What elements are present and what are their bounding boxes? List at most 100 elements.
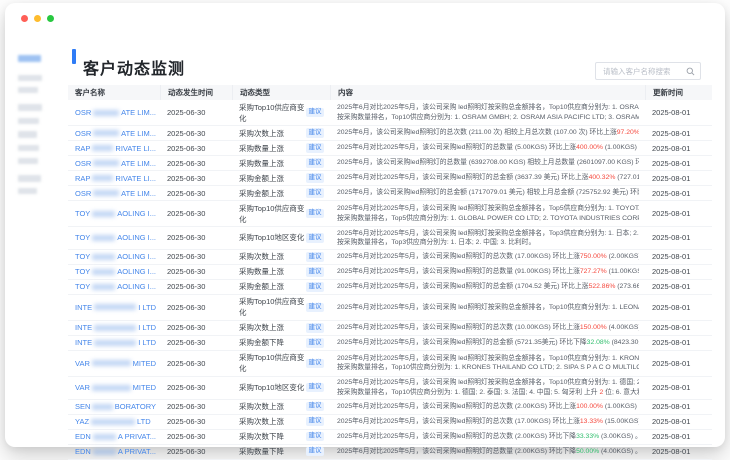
event-date: 2025-06-30: [160, 159, 232, 168]
suggestion-badge[interactable]: 建议: [306, 417, 324, 427]
customer-name-prefix: OSR: [75, 108, 91, 117]
suggestion-badge[interactable]: 建议: [306, 432, 324, 442]
suggestion-badge[interactable]: 建议: [306, 173, 324, 183]
customer-name-link[interactable]: VAR MITED: [68, 359, 160, 368]
suggestion-badge[interactable]: 建议: [306, 267, 324, 277]
dynamic-type-label: 采购金额上涨: [239, 281, 284, 292]
suggestion-badge[interactable]: 建议: [306, 323, 324, 333]
redacted-name-blur: [94, 304, 136, 310]
dynamic-content: 2025年6月对比2025年5月，该公司采购led照明灯的总数量 (2.00KG…: [330, 447, 645, 456]
suggestion-badge[interactable]: 建议: [306, 209, 324, 219]
customer-name-suffix: AOLING I...: [117, 252, 156, 261]
dynamic-type-cell: 采购Top10地区变化 建议: [232, 232, 330, 243]
customer-name-link[interactable]: INTE I LTD: [68, 338, 160, 347]
suggestion-badge[interactable]: 建议: [306, 158, 324, 168]
event-date: 2025-06-30: [160, 359, 232, 368]
table-row: TOY AOLING I... 2025-06-30 采购次数上涨 建议 202…: [68, 250, 712, 265]
dynamic-content: 2025年6月对比2025年5月，该公司采购led照明灯的总次数 (10.00K…: [330, 323, 645, 332]
update-date: 2025-08-01: [645, 144, 712, 153]
event-date: 2025-06-30: [160, 402, 232, 411]
event-date: 2025-06-30: [160, 432, 232, 441]
dynamic-type-cell: 采购Top10供应商变化 建议: [232, 203, 330, 225]
customer-name-suffix: ATE LIM...: [121, 108, 156, 117]
customer-name-link[interactable]: OSR ATE LIM...: [68, 189, 160, 198]
suggestion-badge[interactable]: 建议: [306, 188, 324, 198]
sidebar-item-redacted[interactable]: [18, 188, 37, 194]
table-row: INTE I LTD 2025-06-30 采购Top10供应商变化 建议 20…: [68, 295, 712, 321]
event-date: 2025-06-30: [160, 338, 232, 347]
table-row: INTE I LTD 2025-06-30 采购次数上涨 建议 2025年6月对…: [68, 321, 712, 336]
suggestion-badge[interactable]: 建议: [306, 447, 324, 457]
dynamic-content: 2025年6月对比2025年5月，该公司采购led照明灯的总次数 (2.00KG…: [330, 402, 645, 411]
suggestion-badge[interactable]: 建议: [306, 338, 324, 348]
update-date: 2025-08-01: [645, 233, 712, 242]
customer-name-link[interactable]: EDN A PRIVAT...: [68, 447, 160, 456]
customer-name-link[interactable]: TOY AOLING I...: [68, 282, 160, 291]
customer-name-link[interactable]: OSR ATE LIM...: [68, 129, 160, 138]
search-input[interactable]: [596, 67, 686, 76]
redacted-name-blur: [92, 385, 131, 391]
update-date: 2025-08-01: [645, 323, 712, 332]
event-date: 2025-06-30: [160, 233, 232, 242]
customer-name-suffix: ATE LIM...: [121, 189, 156, 198]
sidebar-item-redacted-active[interactable]: [18, 55, 41, 62]
customer-name-link[interactable]: OSR ATE LIM...: [68, 108, 160, 117]
customer-name-suffix: ATE LIM...: [121, 159, 156, 168]
customer-name-prefix: TOY: [75, 209, 90, 218]
customer-name-link[interactable]: TOY AOLING I...: [68, 233, 160, 242]
suggestion-badge[interactable]: 建议: [306, 143, 324, 153]
customer-name-link[interactable]: RAP RIVATE LI...: [68, 174, 160, 183]
suggestion-badge[interactable]: 建议: [306, 282, 324, 292]
customer-name-link[interactable]: RAP RIVATE LI...: [68, 144, 160, 153]
suggestion-badge[interactable]: 建议: [306, 252, 324, 262]
suggestion-badge[interactable]: 建议: [306, 402, 324, 412]
sidebar-item-redacted[interactable]: [18, 104, 42, 111]
update-date: 2025-08-01: [645, 303, 712, 312]
customer-name-suffix: AOLING I...: [117, 267, 156, 276]
redacted-name-blur: [91, 419, 135, 425]
search-icon[interactable]: [686, 67, 695, 76]
redacted-name-blur: [92, 269, 115, 275]
dynamic-content: 2025年6月对比2025年5月，该公司采购 led照明灯按采购总金额排名，To…: [330, 204, 645, 223]
sidebar-item-redacted[interactable]: [18, 87, 38, 93]
customer-name-prefix: RAP: [75, 174, 90, 183]
update-date: 2025-08-01: [645, 432, 712, 441]
event-date: 2025-06-30: [160, 252, 232, 261]
customer-name-prefix: VAR: [75, 359, 90, 368]
sidebar-item-redacted[interactable]: [18, 131, 37, 138]
dynamics-table: 客户名称 动态发生时间 动态类型 内容 更新时间 OSR ATE LIM... …: [68, 85, 712, 460]
event-date: 2025-06-30: [160, 267, 232, 276]
suggestion-badge[interactable]: 建议: [306, 233, 324, 243]
customer-name-link[interactable]: TOY AOLING I...: [68, 252, 160, 261]
customer-name-link[interactable]: YAZ LTD: [68, 417, 160, 426]
sidebar-item-redacted[interactable]: [18, 118, 39, 124]
redacted-name-blur: [93, 434, 116, 440]
update-date: 2025-08-01: [645, 338, 712, 347]
sidebar-item-redacted[interactable]: [18, 75, 42, 81]
update-date: 2025-08-01: [645, 402, 712, 411]
sidebar-item-redacted[interactable]: [18, 175, 41, 182]
dynamic-type-label: 采购次数下降: [239, 431, 284, 442]
table-row: OSR ATE LIM... 2025-06-30 采购Top10供应商变化 建…: [68, 100, 712, 126]
customer-name-link[interactable]: TOY AOLING I...: [68, 209, 160, 218]
customer-name-link[interactable]: INTE I LTD: [68, 323, 160, 332]
sidebar-item-redacted[interactable]: [18, 158, 38, 164]
update-date: 2025-08-01: [645, 383, 712, 392]
sidebar-item-redacted[interactable]: [18, 145, 39, 151]
customer-name-link[interactable]: INTE I LTD: [68, 303, 160, 312]
col-header-event-time: 动态发生时间: [160, 85, 232, 100]
customer-name-link[interactable]: SEN BORATORY: [68, 402, 160, 411]
table-row: TOY AOLING I... 2025-06-30 采购数量上涨 建议 202…: [68, 265, 712, 280]
dynamic-type-label: 采购Top10供应商变化: [239, 203, 306, 225]
suggestion-badge[interactable]: 建议: [306, 383, 324, 393]
suggestion-badge[interactable]: 建议: [306, 128, 324, 138]
customer-name-link[interactable]: OSR ATE LIM...: [68, 159, 160, 168]
dynamic-content: 2025年6月，该公司采购led照明灯的总数量 (6392708.00 KGS)…: [330, 158, 645, 167]
suggestion-badge[interactable]: 建议: [306, 108, 324, 118]
suggestion-badge[interactable]: 建议: [306, 359, 324, 369]
suggestion-badge[interactable]: 建议: [306, 303, 324, 313]
customer-name-link[interactable]: VAR MITED: [68, 383, 160, 392]
dynamic-type-cell: 采购次数上涨 建议: [232, 416, 330, 427]
customer-name-link[interactable]: TOY AOLING I...: [68, 267, 160, 276]
customer-name-link[interactable]: EDN A PRIVAT...: [68, 432, 160, 441]
